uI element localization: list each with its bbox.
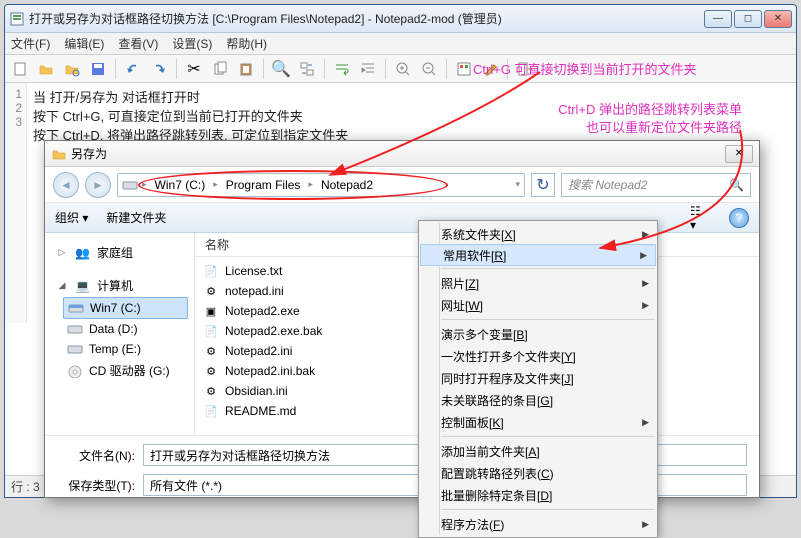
wordwrap-icon[interactable] — [331, 58, 353, 80]
close-button[interactable]: ✕ — [764, 10, 792, 28]
file-icon: ⚙ — [203, 363, 219, 379]
app-icon — [9, 11, 25, 27]
drive-icon — [122, 178, 138, 192]
titlebar: 打开或另存为对话框路径切换方法 [C:\Program Files\Notepa… — [5, 5, 796, 33]
menu-help[interactable]: 帮助(H) — [226, 35, 267, 52]
menu-edit[interactable]: 编辑(E) — [64, 35, 104, 52]
undo-icon[interactable] — [122, 58, 144, 80]
file-icon: ⚙ — [203, 283, 219, 299]
nav-row: ◄ ► ▸ Win7 (C:) ▸ Program Files ▸ Notepa… — [45, 167, 759, 203]
crumb-2[interactable]: Notepad2 — [317, 178, 377, 192]
zoom-out-icon[interactable] — [418, 58, 440, 80]
paste-icon[interactable] — [235, 58, 257, 80]
line-gutter: 1 2 3 — [5, 83, 27, 323]
menu-item[interactable]: 未关联路径的条目[G] — [419, 389, 657, 411]
folder-icon — [51, 146, 67, 162]
menu-item[interactable]: 常用软件[R]▶ — [420, 244, 656, 266]
menu-item[interactable]: 一次性打开多个文件夹[Y] — [419, 345, 657, 367]
new-folder-button[interactable]: 新建文件夹 — [106, 209, 166, 226]
view-mode-button[interactable]: ☷ ▾ — [689, 207, 711, 229]
sidebar-drive-c[interactable]: Win7 (C:) — [63, 297, 188, 319]
disk-icon — [67, 342, 83, 356]
sidebar-drive-e[interactable]: Temp (E:) — [63, 339, 188, 359]
menu-item[interactable]: 程序方法(F)▶ — [419, 513, 657, 535]
annotation-ctrl-g: Ctrl+G 可直接切换到当前打开的文件夹 — [473, 59, 697, 78]
disk-icon — [68, 301, 84, 315]
breadcrumb[interactable]: ▸ Win7 (C:) ▸ Program Files ▸ Notepad2 ▾ — [117, 173, 525, 197]
menu-item[interactable]: 配置跳转路径列表(C) — [419, 462, 657, 484]
sidebar-drive-d[interactable]: Data (D:) — [63, 319, 188, 339]
file-icon: ⚙ — [203, 383, 219, 399]
new-icon[interactable] — [9, 58, 31, 80]
browse-icon[interactable] — [61, 58, 83, 80]
annotation-ctrl-d: Ctrl+D 弹出的路径跳转列表菜单 也可以重新定位文件夹路径 — [558, 101, 742, 137]
menu-file[interactable]: 文件(F) — [11, 35, 50, 52]
replace-icon[interactable] — [296, 58, 318, 80]
menu-item[interactable]: 添加当前文件夹[A] — [419, 440, 657, 462]
refresh-button[interactable]: ↻ — [531, 173, 555, 197]
sidebar-computer[interactable]: ◢ 💻 计算机 — [51, 274, 188, 297]
sidebar-drive-cd[interactable]: CD 驱动器 (G:) — [63, 359, 188, 382]
menu-settings[interactable]: 设置(S) — [172, 35, 212, 52]
path-jump-menu: 系统文件夹[X]▶常用软件[R]▶ 照片[Z]▶网址[W]▶ 演示多个变量[B]一次… — [418, 220, 658, 538]
search-placeholder: 搜索 Notepad2 — [568, 176, 647, 193]
search-input[interactable]: 搜索 Notepad2 🔍 — [561, 173, 751, 197]
menu-view[interactable]: 查看(V) — [118, 35, 158, 52]
menu-item[interactable]: 同时打开程序及文件夹[J] — [419, 367, 657, 389]
crumb-0[interactable]: Win7 (C:) — [151, 178, 210, 192]
copy-icon[interactable] — [209, 58, 231, 80]
redo-icon[interactable] — [148, 58, 170, 80]
status-line: 行 : 3 — [11, 478, 40, 495]
menu-item[interactable]: 演示多个变量[B] — [419, 323, 657, 345]
filetype-label: 保存类型(T): — [57, 477, 135, 494]
nav-back-button[interactable]: ◄ — [53, 172, 79, 198]
menu-item[interactable]: 系统文件夹[X]▶ — [419, 223, 657, 245]
search-icon: 🔍 — [729, 178, 744, 192]
zoom-in-icon[interactable] — [392, 58, 414, 80]
filename-label: 文件名(N): — [57, 447, 135, 464]
crumb-1[interactable]: Program Files — [222, 178, 305, 192]
homegroup-icon: 👥 — [75, 246, 91, 260]
dialog-titlebar: 另存为 ✕ — [45, 141, 759, 167]
menu-item[interactable]: 批量删除特定条目[D] — [419, 484, 657, 506]
indent-icon[interactable] — [357, 58, 379, 80]
file-icon: 📄 — [203, 323, 219, 339]
computer-icon: 💻 — [75, 279, 91, 293]
file-icon: 📄 — [203, 403, 219, 419]
scheme-icon[interactable] — [453, 58, 475, 80]
maximize-button[interactable]: ◻ — [734, 10, 762, 28]
file-icon: 📄 — [203, 263, 219, 279]
menu-item[interactable]: 网址[W]▶ — [419, 294, 657, 316]
menubar: 文件(F) 编辑(E) 查看(V) 设置(S) 帮助(H) — [5, 33, 796, 55]
menu-item[interactable]: 照片[Z]▶ — [419, 272, 657, 294]
toolbar: ✂ 🔍 Ctrl+G 可直接切换到当前打开的文件夹 — [5, 55, 796, 83]
window-title: 打开或另存为对话框路径切换方法 [C:\Program Files\Notepa… — [29, 10, 704, 27]
help-button[interactable]: ? — [729, 208, 749, 228]
file-icon: ⚙ — [203, 343, 219, 359]
cut-icon[interactable]: ✂ — [183, 58, 205, 80]
file-icon: ▣ — [203, 303, 219, 319]
disk-icon — [67, 322, 83, 336]
breadcrumb-dropdown-icon[interactable]: ▾ — [515, 179, 520, 190]
save-icon[interactable] — [87, 58, 109, 80]
sidebar-homegroup[interactable]: ▷ 👥 家庭组 — [51, 241, 188, 264]
organize-button[interactable]: 组织 ▾ — [55, 209, 88, 226]
open-icon[interactable] — [35, 58, 57, 80]
find-icon[interactable]: 🔍 — [270, 58, 292, 80]
minimize-button[interactable]: — — [704, 10, 732, 28]
dialog-close-button[interactable]: ✕ — [725, 145, 753, 163]
nav-forward-button[interactable]: ► — [85, 172, 111, 198]
menu-item[interactable]: 控制面板[K]▶ — [419, 411, 657, 433]
sidebar: ▷ 👥 家庭组 ◢ 💻 计算机 Win7 (C:) Data (D:) — [45, 233, 195, 435]
dialog-title: 另存为 — [71, 145, 107, 162]
cd-icon — [67, 364, 83, 378]
